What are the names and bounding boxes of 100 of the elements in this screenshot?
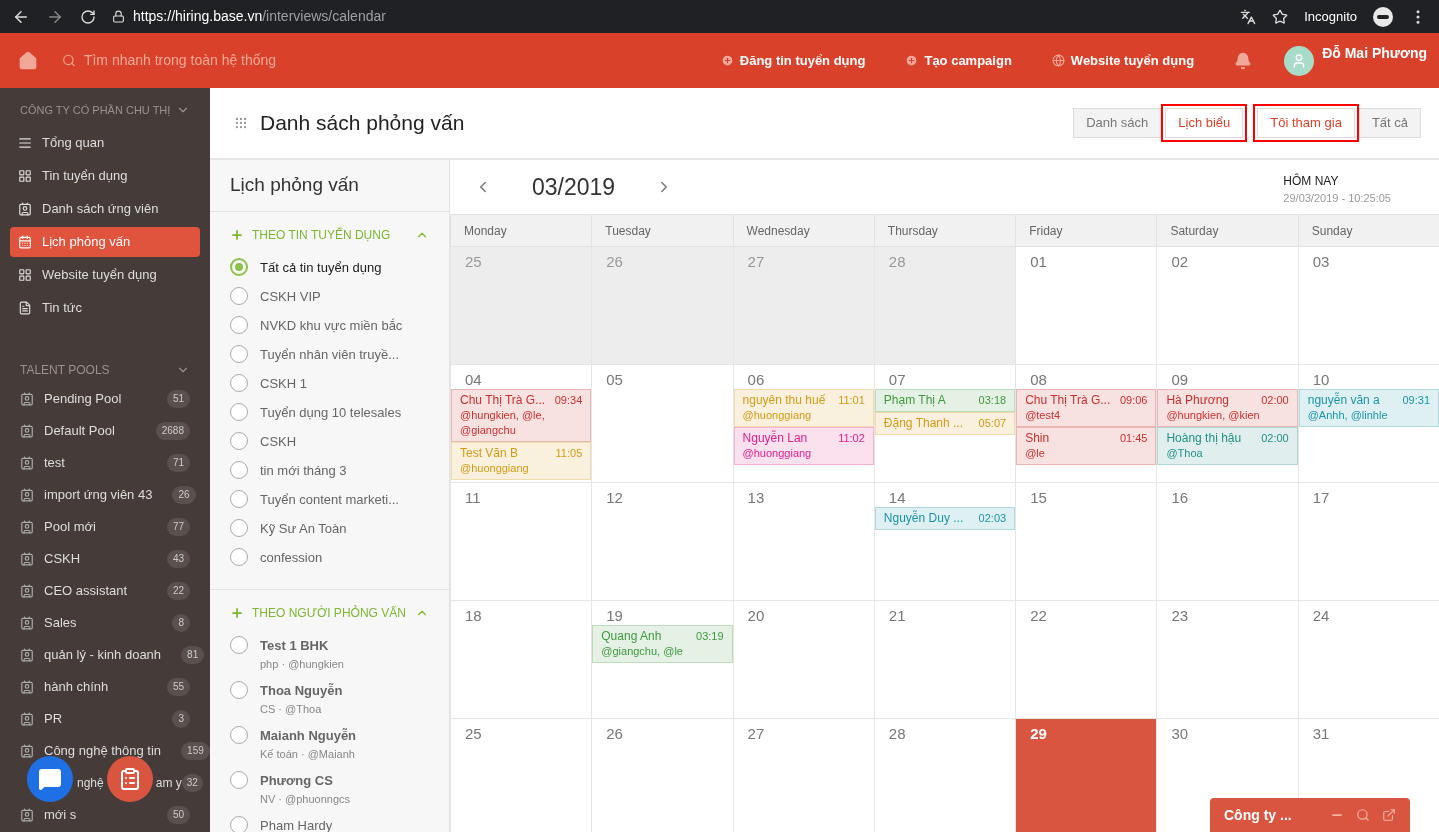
radio-button[interactable] [230, 681, 248, 699]
bell-icon[interactable] [1234, 51, 1253, 70]
external-link-icon[interactable] [1382, 808, 1396, 822]
plus-icon[interactable] [230, 228, 244, 242]
day-cell[interactable]: 14 Nguyễn Duy ... 02:03 [873, 483, 1016, 600]
day-cell[interactable]: 09 Hà Phương 02:00 @hungkien, @kien Hoàng thị hậu 02:00 @Thoa [1156, 365, 1298, 482]
pool-name[interactable]: Pool mới [44, 516, 96, 537]
avatar[interactable] [1284, 45, 1315, 76]
radio-button[interactable] [230, 816, 248, 832]
search-icon[interactable] [1356, 808, 1370, 822]
event-card[interactable]: Nguyễn Duy ... 02:03 [874, 507, 1016, 530]
event-card[interactable]: nguyễn văn a 09:31 @Anhh, @linhle [1298, 389, 1439, 427]
radio-button[interactable] [230, 636, 248, 654]
radio-button[interactable] [230, 771, 248, 789]
search-field[interactable]: Tìm nhanh trong toàn hệ thống [62, 50, 362, 71]
day-cell[interactable]: 27 [732, 247, 874, 364]
filter-option[interactable]: Test 1 BHK [260, 636, 344, 656]
nav-item[interactable]: Website tuyển dụng [10, 259, 200, 290]
pool-name[interactable]: Sales [44, 612, 77, 633]
day-cell[interactable]: 25 [450, 247, 592, 364]
radio-button[interactable] [230, 432, 248, 450]
nav-item[interactable]: Tin tức [10, 292, 200, 323]
day-cell[interactable]: 28 [873, 247, 1016, 364]
event-card[interactable]: Quang Anh 03:19 @giangchu, @le [592, 625, 733, 663]
pool-name[interactable]: PR [44, 708, 63, 729]
event-card[interactable]: Hà Phương 02:00 @hungkien, @kien [1157, 389, 1298, 427]
pool-name[interactable]: test [44, 452, 65, 473]
filter-option[interactable]: tin mới tháng 3 [260, 461, 347, 481]
day-cell[interactable]: 26 [591, 247, 733, 364]
user-name[interactable]: Đỗ Mai Phương [1322, 43, 1427, 64]
translate-icon[interactable] [1240, 8, 1257, 25]
day-cell[interactable]: 07 Phạm Thị A 03:18 Đặng Thanh ... 05:07 [873, 365, 1016, 482]
tab[interactable]: Lịch biểu [1165, 108, 1244, 138]
day-cell[interactable]: 08 Chu Thị Trà G... 09:06 @test4 Shin 01:45 @le [1015, 365, 1157, 482]
nav-item[interactable]: Lịch phỏng vấn [10, 226, 200, 257]
nav-item[interactable]: Tin tuyển dụng [10, 160, 200, 191]
day-cell[interactable]: 04 Chu Thị Trà G... 09:34 @hungkien, @le, @giangchu Test Văn B 11:05 @huonggiang [450, 365, 592, 482]
nav-item[interactable]: Tổng quan [10, 127, 200, 158]
header-link[interactable]: Đăng tin tuyển dụng [720, 50, 866, 71]
filter-option[interactable]: Tuyển nhân viên truyề... [260, 345, 399, 365]
filter-option[interactable]: Phương CS [260, 771, 351, 791]
radio-button[interactable] [230, 374, 248, 392]
day-cell[interactable]: 10 nguyễn văn a 09:31 @Anhh, @linhle [1297, 365, 1439, 482]
radio-button[interactable] [230, 316, 248, 334]
radio-button[interactable] [230, 287, 248, 305]
filter-option[interactable]: Thoa Nguyễn [260, 681, 343, 701]
radio-button[interactable] [230, 490, 248, 508]
radio-button[interactable] [230, 548, 248, 566]
pool-name[interactable]: import ứng viên 43 [44, 484, 153, 505]
pool-name[interactable]: mới s [44, 804, 77, 825]
day-cell[interactable]: 29 [1015, 719, 1157, 832]
pool-name-fragment[interactable]: nghệ [77, 773, 104, 792]
tab[interactable]: Danh sách [1073, 108, 1162, 138]
pool-name[interactable]: quản lý - kinh doanh [44, 644, 162, 665]
day-number: 20 [746, 606, 766, 625]
filter-option[interactable]: Maianh Nguyễn [260, 726, 357, 746]
pool-name[interactable]: Công nghệ thông tin [44, 740, 162, 761]
event-card[interactable]: Phạm Thị A 03:18 [874, 389, 1016, 412]
reload-icon[interactable] [80, 8, 96, 25]
header-link[interactable]: Website tuyển dụng [1051, 50, 1195, 71]
filter-option[interactable]: CSKH VIP [260, 287, 321, 307]
day-number: 13 [746, 488, 766, 507]
radio-button[interactable] [230, 403, 248, 421]
incognito-icon[interactable] [1373, 6, 1393, 27]
radio-button[interactable] [230, 461, 248, 479]
home-icon[interactable] [18, 50, 38, 71]
filter-option[interactable]: CSKH [260, 432, 297, 452]
pool-name[interactable]: CEO assistant [44, 580, 128, 601]
event-card[interactable]: Shin 01:45 @le [1016, 427, 1157, 465]
filter-option[interactable]: Tuyển dụng 10 telesales [260, 403, 402, 423]
pool-name[interactable]: CSKH [44, 548, 81, 569]
pool-name[interactable]: Pending Pool [44, 388, 122, 409]
filter-option[interactable]: CSKH 1 [260, 374, 307, 394]
tab[interactable]: Tôi tham gia [1257, 108, 1355, 138]
filter-option[interactable]: Kỹ Sư An Toàn [260, 519, 347, 539]
header-link[interactable]: Tạo campaign [905, 50, 1012, 71]
pool-name-fragment[interactable]: am y [155, 773, 182, 792]
event-card[interactable]: Nguyễn Lan 11:02 @huonggiang [733, 427, 874, 465]
radio-button[interactable] [230, 258, 248, 276]
nav-item[interactable]: Danh sách ứng viên [10, 193, 200, 224]
pool-name[interactable]: Default Pool [44, 420, 115, 441]
address-bar[interactable]: https://hiring.base.vn/interviews/calendar [112, 6, 1225, 27]
radio-button[interactable] [230, 726, 248, 744]
pool-name[interactable]: hành chính [44, 676, 109, 697]
event-card[interactable]: Chu Thị Trà G... 09:06 @test4 [1016, 389, 1157, 427]
filter-option[interactable]: NVKD khu vực miền bắc [260, 316, 403, 336]
radio-button[interactable] [230, 345, 248, 363]
day-cell[interactable]: 06 nguyên thu huế 11:01 @huonggiang Nguyễn Lan 11:02 @huonggiang [732, 365, 874, 482]
tab[interactable]: Tất cả [1358, 108, 1421, 138]
filter-option[interactable]: Pham Hardy [260, 816, 333, 832]
plus-icon[interactable] [230, 606, 244, 620]
filter-option[interactable]: confession [260, 548, 323, 568]
day-cell[interactable]: 19 Quang Anh 03:19 @giangchu, @le [591, 601, 733, 718]
star-icon[interactable] [1272, 8, 1289, 25]
filter-option[interactable]: Tất cả tin tuyển dụng [260, 258, 382, 278]
event-card[interactable]: Hoàng thị hậu 02:00 @Thoa [1157, 427, 1298, 465]
event-card[interactable]: Chu Thị Trà G... 09:34 @hungkien, @le, @giangchu [451, 389, 592, 442]
chat-widget-bar[interactable]: Công ty ... [1210, 798, 1410, 832]
radio-button[interactable] [230, 519, 248, 537]
filter-option[interactable]: Tuyển content marketi... [260, 490, 399, 510]
